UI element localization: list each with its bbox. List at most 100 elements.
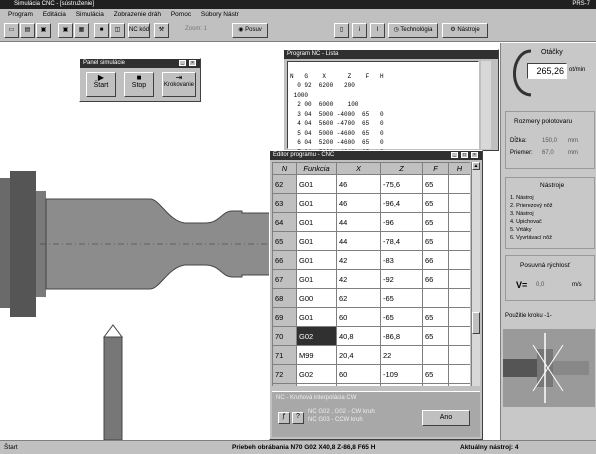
tool-item[interactable]: 2. Prierezový nôž — [510, 202, 553, 210]
cell-function[interactable]: M99 — [296, 345, 337, 365]
menu-files-tools[interactable]: Súbory Nástr — [201, 11, 239, 18]
maximize-button[interactable]: □ — [461, 152, 468, 158]
minimize-button[interactable]: _ — [451, 152, 458, 158]
diameter-value[interactable]: 67,0 — [542, 150, 554, 156]
step-button[interactable]: ⇥ Krokovanie — [162, 72, 196, 97]
table-row[interactable]: 66 G01 42 -83 66 — [272, 250, 470, 270]
cell-h[interactable] — [448, 231, 470, 251]
save-file-button[interactable]: ▣ — [36, 23, 51, 38]
cell-z[interactable]: -86,8 — [380, 326, 423, 346]
cell-n[interactable]: 62 — [272, 174, 297, 194]
table-row[interactable]: 67 G01 42 -92 66 — [272, 269, 470, 289]
tool-item[interactable]: 3. Nástroj — [510, 210, 553, 218]
tools-button[interactable]: ⚙ Nástroje — [442, 23, 488, 38]
confirm-button[interactable]: Ano — [422, 410, 470, 426]
stop-button[interactable]: ■ Stop — [124, 72, 154, 97]
close-icon[interactable]: × — [471, 152, 478, 158]
cell-function[interactable]: G02 — [296, 364, 337, 384]
cell-function[interactable]: M99 — [296, 383, 337, 386]
cell-h[interactable] — [448, 250, 470, 270]
program-listing[interactable]: N G X Z F H 0 92 6200 200 1000 2 00 6000… — [287, 61, 479, 156]
help-icon[interactable]: ? — [292, 412, 304, 424]
close-icon[interactable]: × — [189, 60, 196, 66]
col-header-n[interactable]: N — [272, 162, 297, 175]
tool-item[interactable]: 1. Nástroj — [510, 194, 553, 202]
delete-button[interactable]: ■ — [94, 23, 109, 38]
cell-f[interactable]: 65 — [422, 193, 449, 213]
open-file-button[interactable]: ▤ — [20, 23, 35, 38]
table-row[interactable]: 69 G01 60 -65 65 — [272, 307, 470, 327]
col-header-function[interactable]: Funkcia — [296, 162, 337, 175]
minimize-button[interactable]: _ — [179, 60, 186, 66]
cell-x[interactable]: 40,8 — [336, 326, 381, 346]
speed-button[interactable]: ◉ Posuv — [232, 23, 268, 38]
cell-x[interactable]: 44 — [336, 212, 381, 232]
cell-z[interactable]: -92 — [380, 269, 423, 289]
cell-f[interactable]: 65 — [422, 326, 449, 346]
cell-f[interactable] — [422, 345, 449, 365]
table-row[interactable]: 71 M99 20,4 22 — [272, 345, 470, 365]
cell-n[interactable]: 71 — [272, 345, 297, 365]
cell-h[interactable] — [448, 364, 470, 384]
cell-z[interactable]: -83 — [380, 250, 423, 270]
cell-z[interactable]: 0 — [380, 383, 423, 386]
menu-edit[interactable]: Editácia — [43, 11, 66, 18]
scroll-up-arrow-icon[interactable]: ▲ — [472, 162, 480, 170]
cell-h[interactable] — [448, 307, 470, 327]
nc-code-button[interactable]: NC kód — [128, 23, 150, 38]
cell-f[interactable] — [422, 383, 449, 386]
cell-z[interactable]: -65 — [380, 307, 423, 327]
cell-n[interactable]: 70 — [272, 326, 297, 346]
cell-n[interactable]: 72 — [272, 364, 297, 384]
table-row[interactable]: 68 G00 62 -65 — [272, 288, 470, 308]
cell-h[interactable] — [448, 288, 470, 308]
cell-h[interactable] — [448, 212, 470, 232]
cell-x[interactable]: 42 — [336, 250, 381, 270]
tool-item[interactable]: 5. Vrtáky — [510, 226, 553, 234]
new-file-button[interactable]: ▭ — [4, 23, 19, 38]
cell-z[interactable]: -75,6 — [380, 174, 423, 194]
save-as-button[interactable]: ▣ — [58, 23, 73, 38]
cell-z[interactable]: -96 — [380, 212, 423, 232]
tool-item[interactable]: 4. Upichovač — [510, 218, 553, 226]
cell-f[interactable]: 66 — [422, 269, 449, 289]
print-button[interactable]: ▦ — [74, 23, 89, 38]
col-header-h[interactable]: H — [448, 162, 470, 175]
col-header-z[interactable]: Z — [380, 162, 423, 175]
cell-h[interactable] — [448, 383, 470, 386]
menu-view-paths[interactable]: Zobrazenie dráh — [114, 11, 161, 18]
cell-n[interactable]: 66 — [272, 250, 297, 270]
table-row[interactable]: 70 G02 40,8 -86,8 65 — [272, 326, 470, 346]
cell-z[interactable]: -78,4 — [380, 231, 423, 251]
program-scrollbar[interactable] — [481, 61, 491, 149]
technology-button[interactable]: ◷ Technológia — [388, 23, 438, 38]
cell-z[interactable]: -65 — [380, 288, 423, 308]
cell-function[interactable]: G01 — [296, 307, 337, 327]
cell-n[interactable]: 67 — [272, 269, 297, 289]
cell-n[interactable]: 65 — [272, 231, 297, 251]
cell-z[interactable]: -109 — [380, 364, 423, 384]
cell-function[interactable]: G01 — [296, 231, 337, 251]
cell-f[interactable]: 65 — [422, 174, 449, 194]
tool-button[interactable]: ⚒ — [154, 23, 169, 38]
start-button[interactable]: ▶ Štart — [86, 72, 116, 97]
view-button-1[interactable]: ▯ — [334, 23, 349, 38]
table-row[interactable]: 62 G01 46 -75,6 65 — [272, 174, 470, 194]
cell-h[interactable] — [448, 269, 470, 289]
table-row[interactable]: 64 G01 44 -96 65 — [272, 212, 470, 232]
info-button[interactable]: i — [352, 23, 367, 38]
measure-button[interactable]: I — [370, 23, 385, 38]
cell-function[interactable]: G01 — [296, 212, 337, 232]
cell-n[interactable]: 68 — [272, 288, 297, 308]
cell-x[interactable]: 20,4 — [336, 345, 381, 365]
cell-n[interactable]: 63 — [272, 193, 297, 213]
cell-x[interactable]: 46 — [336, 193, 381, 213]
copy-button[interactable]: ◫ — [110, 23, 125, 38]
cell-f[interactable]: 65 — [422, 307, 449, 327]
tool-item[interactable]: 6. Vyvrtávací nôž — [510, 234, 553, 242]
cell-f[interactable]: 65 — [422, 364, 449, 384]
cell-z[interactable]: -96,4 — [380, 193, 423, 213]
cell-x[interactable]: 60 — [336, 307, 381, 327]
function-icon[interactable]: ƒ — [278, 412, 290, 424]
editor-scrollbar[interactable]: ▲ — [471, 162, 480, 386]
